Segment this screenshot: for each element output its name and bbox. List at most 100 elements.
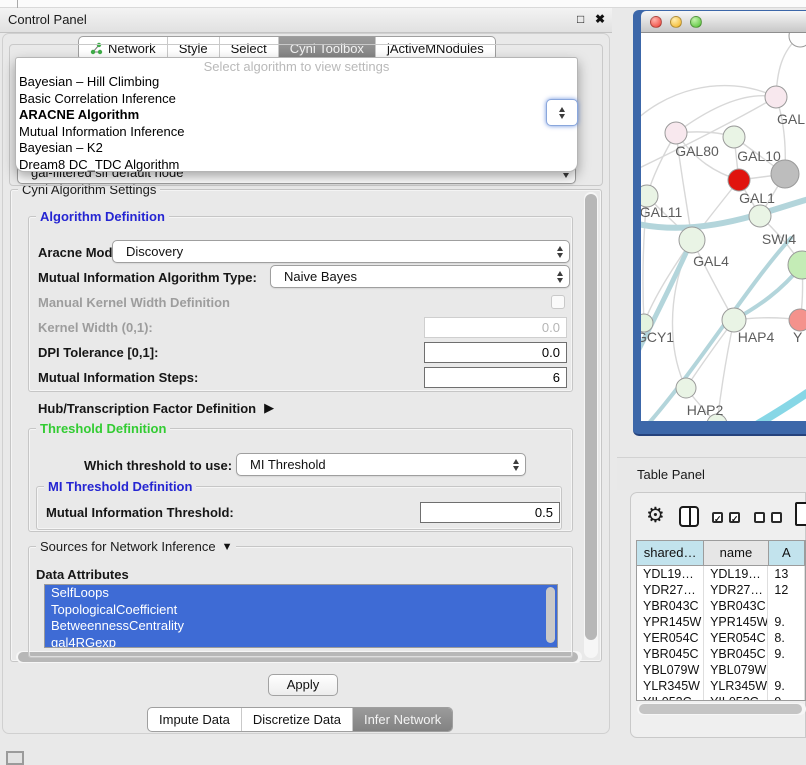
- apply-button[interactable]: Apply: [268, 674, 338, 696]
- algorithm-item[interactable]: Basic Correlation Inference: [16, 91, 577, 108]
- aracne-mode-value: Discovery: [126, 244, 183, 259]
- table-hscrollbar-thumb[interactable]: [639, 704, 802, 714]
- minimized-panel-icon[interactable]: [6, 751, 24, 765]
- gear-icon[interactable]: ⚙: [646, 505, 665, 527]
- algorithm-item[interactable]: Dream8 DC_TDC Algorithm: [16, 157, 577, 174]
- table-panel-title: Table Panel: [637, 467, 705, 482]
- combo-stepper-icon: [557, 271, 569, 283]
- which-threshold-combo[interactable]: MI Threshold: [236, 453, 526, 476]
- column-header-name[interactable]: name: [704, 541, 768, 565]
- network-graph: GAL GAL80 GAL10 GAL1 GAL11 SWI4 GAL4 GCY…: [641, 33, 806, 421]
- node-label: GAL4: [693, 253, 729, 269]
- mi-steps-field[interactable]: 6: [424, 367, 567, 388]
- attribute-item[interactable]: gal4RGexp: [45, 635, 557, 649]
- which-threshold-value: MI Threshold: [250, 457, 326, 472]
- attribute-item[interactable]: TopologicalCoefficient: [45, 602, 557, 619]
- zoom-traffic-light-icon[interactable]: [690, 16, 702, 28]
- mi-threshold-label: Mutual Information Threshold:: [46, 505, 234, 520]
- attributes-scrollbar-thumb[interactable]: [546, 587, 555, 643]
- new-table-document-icon[interactable]: [795, 502, 806, 526]
- manual-kernel-checkbox[interactable]: [551, 295, 565, 309]
- kernel-width-field[interactable]: 0.0: [424, 317, 567, 338]
- table-row[interactable]: YBR043C YBR043C: [637, 598, 805, 614]
- expand-right-icon: ▶: [264, 400, 274, 416]
- node-label: GAL80: [675, 143, 719, 159]
- expand-down-icon: ▼: [222, 541, 233, 553]
- hub-definition-label: Hub/Transcription Factor Definition: [38, 401, 256, 416]
- attribute-item[interactable]: BetweennessCentrality: [45, 618, 557, 635]
- aracne-mode-combo[interactable]: Discovery: [112, 240, 570, 263]
- tab-impute-data[interactable]: Impute Data: [148, 708, 241, 731]
- node-green: [788, 251, 806, 279]
- node-label: GAL: [777, 111, 805, 127]
- tab-infer-network[interactable]: Infer Network: [352, 708, 452, 731]
- manual-kernel-label: Manual Kernel Width Definition: [38, 295, 230, 310]
- table-row[interactable]: YBL079W YBL079W: [637, 662, 805, 678]
- top-toolbar-remnant: [0, 0, 806, 8]
- columns-icon[interactable]: [679, 506, 699, 527]
- table-row[interactable]: YDR27… YDR27… 12: [637, 582, 805, 598]
- deselect-all-checkbox2-icon[interactable]: [771, 512, 782, 523]
- dpi-tolerance-label: DPI Tolerance [0,1]:: [38, 345, 158, 360]
- data-attributes-list[interactable]: SelfLoops TopologicalCoefficient Between…: [44, 584, 558, 648]
- table-row[interactable]: YIL052C YIL052C 9: [637, 694, 805, 701]
- column-header-third[interactable]: A: [769, 541, 805, 565]
- toolbar-divider: [17, 0, 18, 8]
- hub-definition-expander[interactable]: Hub/Transcription Factor Definition ▶: [38, 400, 274, 416]
- node-hap2: [676, 378, 696, 398]
- node-gal4: [679, 227, 705, 253]
- algorithm-item[interactable]: Bayesian – Hill Climbing: [16, 74, 577, 91]
- algorithm-item[interactable]: Mutual Information Inference: [16, 124, 577, 141]
- network-window-titlebar[interactable]: [641, 11, 806, 33]
- which-threshold-label: Which threshold to use:: [84, 458, 232, 473]
- dpi-tolerance-field[interactable]: 0.0: [424, 342, 567, 363]
- deselect-all-checkbox-icon[interactable]: [754, 512, 765, 523]
- bottom-tabbar: Impute Data Discretize Data Infer Networ…: [147, 707, 453, 732]
- combo-stepper-icon: [557, 246, 569, 258]
- network-canvas[interactable]: GAL GAL80 GAL10 GAL1 GAL11 SWI4 GAL4 GCY…: [641, 33, 806, 421]
- node-gray: [771, 160, 799, 188]
- select-all-checkbox2-icon[interactable]: ✓: [729, 512, 740, 523]
- node-gal10: [723, 126, 745, 148]
- table-row[interactable]: YDL19… YDL19… 13: [637, 566, 805, 582]
- mi-steps-label: Mutual Information Steps:: [38, 370, 198, 385]
- close-panel-icon[interactable]: ✖: [595, 12, 605, 26]
- column-header-shared-name[interactable]: shared…: [637, 541, 704, 565]
- table-row[interactable]: YER054C YER054C 8.: [637, 630, 805, 646]
- combo-stepper-icon: [513, 459, 525, 471]
- select-all-checkbox-icon[interactable]: ✓: [712, 512, 723, 523]
- mi-threshold-field[interactable]: 0.5: [420, 502, 560, 523]
- network-node-labels: GAL GAL80 GAL10 GAL1 GAL11 SWI4 GAL4 GCY…: [641, 111, 805, 418]
- algorithm-item-selected[interactable]: ARACNE Algorithm: [16, 107, 577, 124]
- node-label: SWI4: [762, 231, 796, 247]
- dropdown-placeholder: Select algorithm to view settings: [16, 58, 577, 74]
- float-panel-icon[interactable]: □: [577, 12, 584, 26]
- table-row[interactable]: YPR145W YPR145W 9.: [637, 614, 805, 630]
- algorithm-item[interactable]: Bayesian – K2: [16, 140, 577, 157]
- node-gal1: [728, 169, 750, 191]
- table-header-row: shared… name A: [637, 541, 805, 566]
- node-swi4: [749, 205, 771, 227]
- close-traffic-light-icon[interactable]: [650, 16, 662, 28]
- algorithm-dropdown-popup: Select algorithm to view settings Bayesi…: [15, 57, 578, 172]
- node-label: HAP2: [687, 402, 724, 418]
- kernel-width-label: Kernel Width (0,1):: [38, 320, 153, 335]
- sources-group-title[interactable]: Sources for Network Inference ▼: [36, 539, 236, 554]
- attribute-item[interactable]: SelfLoops: [45, 585, 557, 602]
- minimize-traffic-light-icon[interactable]: [670, 16, 682, 28]
- panel-title: Control Panel: [8, 12, 87, 27]
- table-row[interactable]: YBR045C YBR045C 9.: [637, 646, 805, 662]
- node-table[interactable]: shared… name A YDL19… YDL19… 13 YDR27… Y…: [636, 540, 806, 701]
- data-attributes-label: Data Attributes: [36, 567, 129, 582]
- settings-scrollbar-thumb[interactable]: [585, 194, 597, 640]
- table-row[interactable]: YLR345W YLR345W 9.: [637, 678, 805, 694]
- mi-type-label: Mutual Information Algorithm Type:: [38, 270, 257, 285]
- algorithm-combo-fragment[interactable]: [546, 99, 578, 126]
- node-gal80: [665, 122, 687, 144]
- mi-type-combo[interactable]: Naive Bayes: [270, 265, 570, 288]
- tab-discretize-data[interactable]: Discretize Data: [241, 708, 352, 731]
- node-label: GAL10: [737, 148, 781, 164]
- node-label: GAL11: [641, 204, 682, 220]
- node-salmon: [789, 309, 806, 331]
- algorithm-definition-title: Algorithm Definition: [36, 209, 169, 224]
